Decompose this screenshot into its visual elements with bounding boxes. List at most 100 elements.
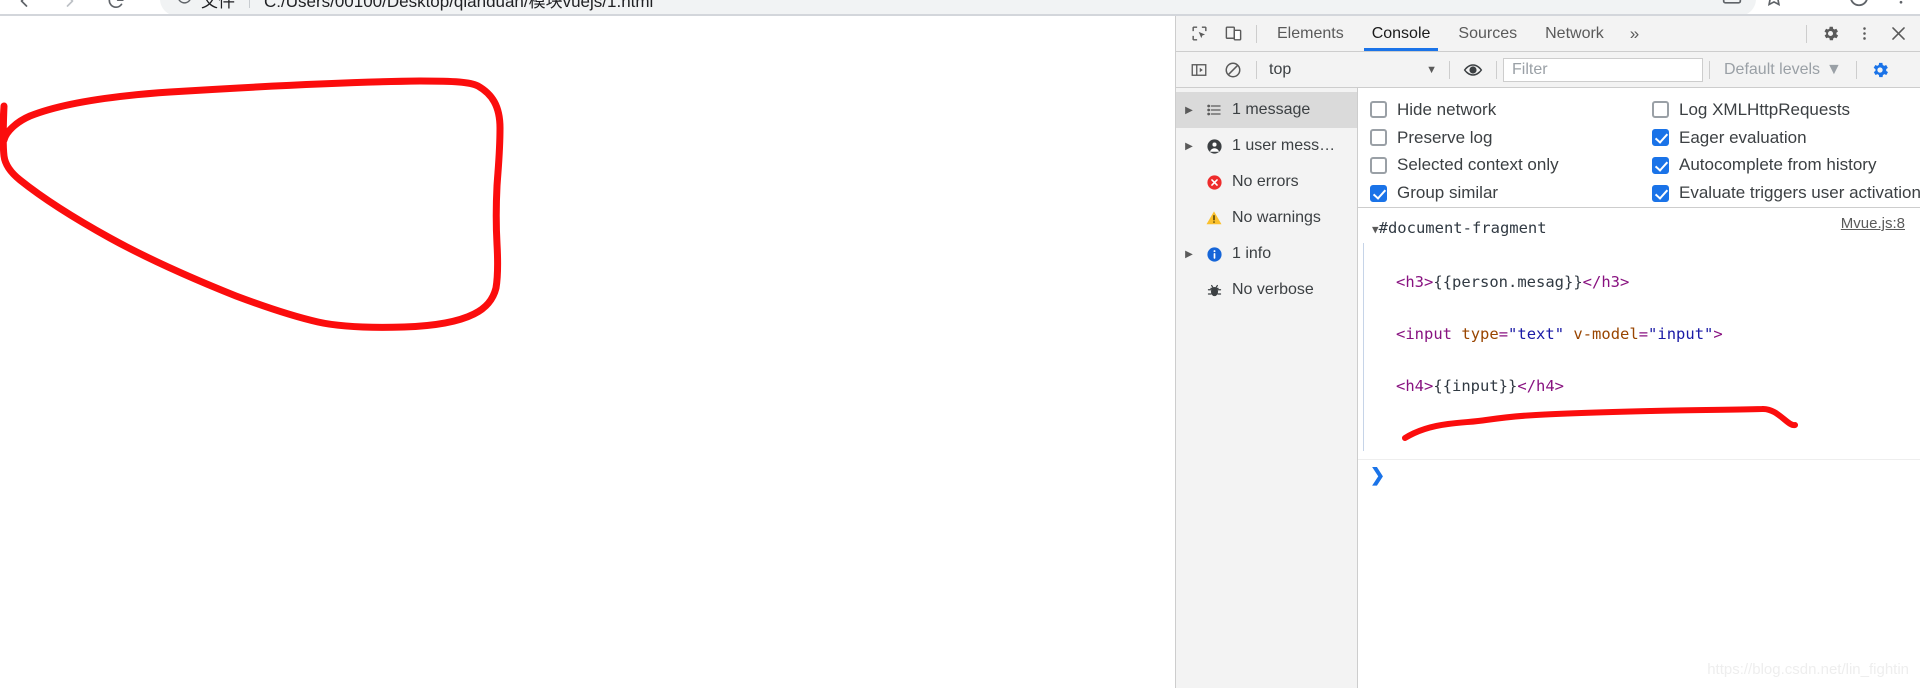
browser-menu-icon[interactable] — [1892, 0, 1910, 11]
chevron-down-icon[interactable]: ▼ — [1372, 223, 1379, 236]
checkbox-box[interactable] — [1370, 156, 1387, 174]
close-icon[interactable] — [1881, 20, 1915, 48]
console-output: Mvue.js:8 ▼#document-fragment <h3>{{pers… — [1358, 209, 1920, 688]
address-bar-file-label: 文件 — [201, 0, 235, 11]
show-console-sidebar-icon[interactable] — [1182, 56, 1216, 84]
close-tag: </h3> — [1582, 273, 1630, 291]
close-tag: </h4> — [1517, 377, 1565, 395]
list-icon — [1204, 102, 1224, 118]
checkbox-label: Group similar — [1397, 183, 1499, 203]
document-fragment-label: #document-fragment — [1378, 219, 1547, 237]
console-toolbar-separator-5 — [1855, 60, 1857, 79]
console-source-link[interactable]: Mvue.js:8 — [1841, 215, 1905, 232]
chevron-right-icon[interactable]: ▶ — [1182, 249, 1196, 260]
reload-icon[interactable] — [106, 0, 126, 11]
back-arrow-icon[interactable] — [14, 0, 34, 11]
profile-avatar-icon[interactable] — [1848, 0, 1870, 13]
sidebar-item-verbose[interactable]: No verbose — [1176, 272, 1357, 308]
checkbox-log-xmlhttprequests[interactable]: Log XMLHttpRequests — [1652, 96, 1920, 124]
checkbox-box[interactable] — [1652, 101, 1669, 119]
tab-console[interactable]: Console — [1358, 16, 1445, 51]
prompt-arrow-icon: ❯ — [1370, 465, 1386, 485]
browser-toolbar-right — [1722, 0, 1910, 14]
tab-elements[interactable]: Elements — [1263, 16, 1358, 51]
address-bar-separator — [249, 0, 250, 8]
checkbox-label: Log XMLHttpRequests — [1679, 99, 1851, 119]
gear-icon[interactable] — [1813, 20, 1847, 48]
watermark: https://blog.csdn.net/lin_fightin — [1707, 661, 1909, 678]
chevron-right-icon[interactable]: ▶ — [1182, 105, 1196, 116]
cast-icon[interactable] — [1722, 0, 1742, 12]
extensions-puzzle-icon[interactable] — [1806, 0, 1826, 12]
tag-name: h4 — [1405, 377, 1425, 395]
devtools-tab-list: Elements Console Sources Network » — [1263, 16, 1651, 51]
sidebar-item-info[interactable]: ▶ 1 info — [1176, 236, 1357, 272]
console-toolbar-separator-1 — [1256, 60, 1257, 79]
checkbox-box[interactable] — [1652, 184, 1669, 202]
sidebar-item-user-messages[interactable]: ▶ 1 user mess… — [1176, 128, 1357, 164]
console-message-root[interactable]: ▼#document-fragment — [1358, 215, 1920, 243]
tag-name: input — [1405, 325, 1453, 343]
checkbox-group-similar[interactable]: Group similar — [1370, 179, 1652, 207]
sidebar-item-label: 1 message — [1232, 101, 1311, 118]
more-options-icon[interactable] — [1847, 20, 1881, 48]
log-levels-value: Default levels — [1724, 60, 1821, 78]
bug-icon — [1204, 282, 1224, 299]
checkbox-hide-network[interactable]: Hide network — [1370, 96, 1652, 124]
console-message[interactable]: Mvue.js:8 ▼#document-fragment <h3>{{pers… — [1358, 209, 1920, 451]
console-settings-gear-icon[interactable] — [1863, 56, 1897, 84]
log-levels-selector[interactable]: Default levels ▼ — [1716, 58, 1850, 82]
page-info-icon[interactable] — [176, 0, 193, 10]
more-tabs-button[interactable]: » — [1618, 16, 1651, 51]
tab-network[interactable]: Network — [1531, 16, 1618, 51]
warning-triangle-icon — [1204, 209, 1224, 227]
error-circle-icon — [1204, 174, 1224, 191]
checkbox-preserve-log[interactable]: Preserve log — [1370, 124, 1652, 152]
checkbox-label: Evaluate triggers user activation — [1679, 183, 1920, 203]
checkbox-evaluate-triggers-user-activation[interactable]: Evaluate triggers user activation — [1652, 179, 1920, 207]
devtools-tabbar-actions — [1800, 20, 1915, 48]
sidebar-item-messages[interactable]: ▶ 1 message — [1176, 92, 1357, 128]
checkbox-eager-evaluation[interactable]: Eager evaluation — [1652, 124, 1920, 152]
create-live-expression-icon[interactable] — [1456, 56, 1490, 84]
checkbox-box[interactable] — [1370, 129, 1387, 147]
checkbox-autocomplete-from-history[interactable]: Autocomplete from history — [1652, 152, 1920, 180]
code-line-input: <input type="text" v-model="input"> — [1396, 325, 1723, 343]
tab-sources[interactable]: Sources — [1444, 16, 1531, 51]
chevron-right-icon[interactable]: ▶ — [1182, 141, 1196, 152]
console-code-lines: <h3>{{person.mesag}}</h3> <input type="t… — [1363, 243, 1920, 451]
console-sidebar: ▶ 1 message ▶ 1 user mess… No errors No … — [1176, 88, 1358, 688]
device-toolbar-icon[interactable] — [1216, 20, 1250, 48]
console-toolbar-separator-2 — [1449, 60, 1450, 79]
checkbox-box[interactable] — [1370, 184, 1387, 202]
page-viewport — [0, 16, 1174, 688]
filter-input[interactable]: Filter — [1503, 57, 1703, 82]
attr-value: "text" — [1508, 325, 1565, 343]
devtools-tabbar: Elements Console Sources Network » — [1176, 16, 1920, 52]
checkbox-box[interactable] — [1652, 129, 1669, 147]
execution-context-selector[interactable]: top ▼ — [1263, 58, 1443, 82]
code-line-h4: <h4>{{input}}</h4> — [1396, 373, 1920, 399]
checkbox-label: Preserve log — [1397, 127, 1493, 147]
forward-arrow-icon[interactable] — [60, 0, 80, 11]
attr-name: v-model — [1573, 325, 1639, 343]
clear-console-icon[interactable] — [1216, 56, 1250, 84]
angle-open: < — [1396, 377, 1406, 395]
chevron-down-icon: ▼ — [1426, 63, 1437, 76]
sidebar-item-errors[interactable]: No errors — [1176, 164, 1357, 200]
checkbox-selected-context-only[interactable]: Selected context only — [1370, 152, 1652, 180]
console-settings-pane: Hide network Preserve log Selected conte… — [1358, 88, 1920, 208]
sidebar-item-label: No verbose — [1232, 281, 1314, 298]
console-prompt[interactable]: ❯ — [1358, 459, 1920, 494]
code-text: {{person.mesag}} — [1433, 273, 1583, 291]
checkbox-box[interactable] — [1370, 101, 1387, 119]
inspect-element-icon[interactable] — [1182, 20, 1216, 48]
code-text: {{input}} — [1433, 377, 1518, 395]
sidebar-item-warnings[interactable]: No warnings — [1176, 200, 1357, 236]
checkbox-label: Eager evaluation — [1679, 127, 1807, 147]
checkbox-label: Hide network — [1397, 99, 1497, 119]
bookmark-star-icon[interactable] — [1764, 0, 1784, 12]
checkbox-box[interactable] — [1652, 156, 1669, 174]
angle-close: > — [1713, 325, 1723, 343]
checkbox-label: Selected context only — [1397, 155, 1559, 175]
